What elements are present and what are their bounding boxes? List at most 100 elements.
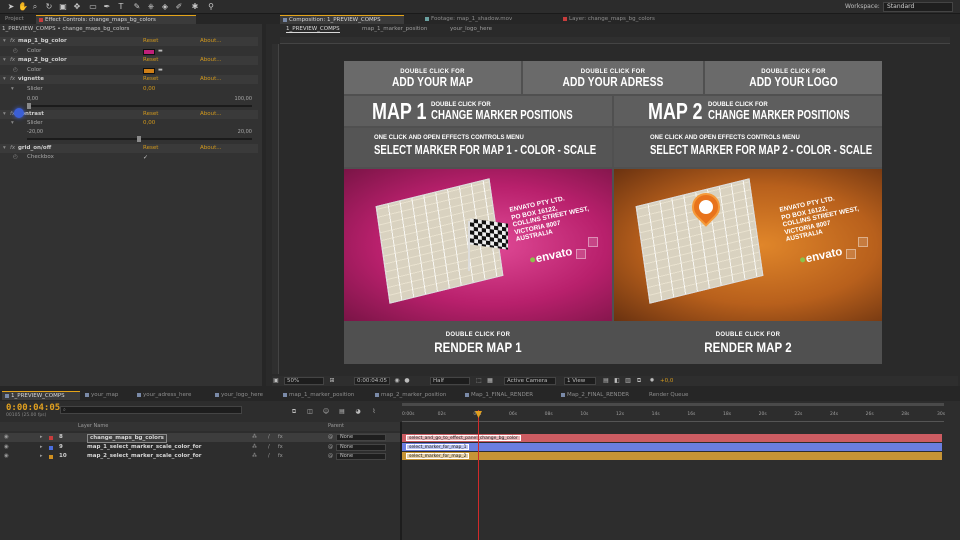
parent-dropdown[interactable]: None	[336, 444, 386, 451]
about-link[interactable]: About...	[200, 56, 222, 65]
about-link[interactable]: About...	[200, 37, 222, 46]
camera-tool-icon[interactable]: ▣	[58, 2, 68, 12]
expand-triangle-icon[interactable]: ▾	[11, 85, 14, 94]
timeline-tab-preview-comps[interactable]: 1_PREVIEW_COMPS	[2, 391, 80, 400]
tab-layer[interactable]: Layer: change_maps_bg_colors	[560, 15, 680, 24]
tab-project[interactable]: Project	[2, 15, 34, 24]
subtab-your-logo-here[interactable]: your_logo_here	[450, 25, 492, 33]
grid-checkbox[interactable]: ✓	[143, 154, 150, 161]
reset-link[interactable]: Reset	[143, 144, 158, 153]
region-of-interest-icon[interactable]: ⬚	[475, 377, 483, 385]
shy-switch-icon[interactable]: ⁂	[252, 433, 257, 442]
eye-icon[interactable]: ◉	[4, 433, 9, 442]
effect-map-2-bg-color[interactable]: ▾ fx map_2_bg_color Reset About...	[0, 56, 258, 65]
timeline-tab-map-2-final[interactable]: Map_2_FINAL_RENDER	[558, 391, 644, 400]
about-link[interactable]: About...	[200, 144, 222, 153]
tab-footage[interactable]: Footage: map_1_shadow.mov	[422, 15, 542, 24]
timeline-current-time[interactable]: 0:00:04:05	[6, 403, 60, 413]
timeline-tab-map-2-marker[interactable]: map_2_marker_position	[372, 391, 458, 400]
expand-layer-icon[interactable]: ▸	[40, 452, 43, 461]
draft-3d-icon[interactable]: ◫	[306, 408, 314, 416]
layer-name[interactable]: change_maps_bg_colors	[87, 434, 167, 443]
parent-pickwhip-icon[interactable]: @	[328, 443, 333, 452]
roto-brush-tool-icon[interactable]: ✐	[174, 2, 184, 12]
snapshot-icon[interactable]: ◉	[393, 377, 401, 385]
puppet-pin-tool-icon[interactable]: ✱	[190, 2, 200, 12]
add-map-cell[interactable]: DOUBLE CLICK FOR ADD YOUR MAP	[344, 61, 521, 94]
fx-switch-icon[interactable]: fx	[278, 433, 283, 442]
current-time-indicator[interactable]	[478, 410, 479, 540]
label-color[interactable]	[49, 436, 53, 440]
fast-previews-icon[interactable]: ◧	[613, 377, 621, 385]
eyedropper-icon[interactable]: ▬	[158, 68, 166, 73]
quality-switch-icon[interactable]: /	[268, 452, 270, 461]
effect-map-1-bg-color[interactable]: ▾ fx map_1_bg_color Reset About...	[0, 37, 258, 46]
timeline-tab-map-1-marker[interactable]: map_1_marker_position	[280, 391, 368, 400]
timeline-tab-your-logo-here[interactable]: your_logo_here	[212, 391, 276, 400]
zoom-dropdown[interactable]: 50%	[284, 377, 324, 385]
current-time-display[interactable]: 0:00:04:05	[354, 377, 390, 385]
map-1-preview[interactable]: ENVATO PTY LTD. PO BOX 16122, COLLINS ST…	[344, 169, 612, 321]
label-color[interactable]	[49, 446, 53, 450]
stopwatch-icon[interactable]: ◴	[13, 47, 18, 56]
rotate-tool-icon[interactable]: ↻	[44, 2, 54, 12]
fx-icon[interactable]: fx	[10, 75, 15, 84]
selection-tool-icon[interactable]: ➤	[6, 2, 16, 12]
layer-duration-bar[interactable]: select_marker_for_map_1	[402, 443, 942, 451]
zoom-tool-icon[interactable]: ⌕	[30, 2, 40, 12]
expand-layer-icon[interactable]: ▸	[40, 433, 43, 442]
transparency-grid-icon[interactable]: ▦	[486, 377, 494, 385]
camera-dropdown[interactable]: Active Camera	[504, 377, 556, 385]
quality-switch-icon[interactable]: /	[268, 433, 270, 442]
workspace-dropdown[interactable]: Standard	[883, 2, 953, 12]
eraser-tool-icon[interactable]: ◈	[160, 2, 170, 12]
layer-name[interactable]: map_2_select_marker_scale_color_for	[87, 452, 201, 461]
timeline-tab-your-map[interactable]: your_map	[82, 391, 130, 400]
parent-dropdown[interactable]: None	[336, 434, 386, 441]
safe-zones-icon[interactable]: ⊞	[328, 377, 336, 385]
fx-icon[interactable]: fx	[10, 37, 15, 46]
always-preview-icon[interactable]: ▣	[272, 377, 280, 385]
label-color[interactable]	[49, 455, 53, 459]
parent-pickwhip-icon[interactable]: @	[328, 433, 333, 442]
effect-vignette[interactable]: ▾ fx vignette Reset About...	[0, 75, 258, 84]
timeline-tab-your-adress-here[interactable]: your_adress_here	[134, 391, 210, 400]
tab-composition[interactable]: Composition: 1_PREVIEW_COMPS	[280, 15, 404, 24]
layer-duration-bar[interactable]: select_and_go_to_effect_panel_change_bg_…	[402, 434, 942, 442]
exposure-icon[interactable]: ✹	[648, 377, 656, 385]
stopwatch-icon[interactable]: ◴	[13, 66, 18, 75]
stopwatch-icon[interactable]: ◴	[13, 153, 18, 162]
eyedropper-icon[interactable]: ▬	[158, 49, 166, 54]
slider-handle[interactable]	[137, 136, 141, 142]
map-1-render-cell[interactable]: DOUBLE CLICK FOR RENDER MAP 1	[344, 323, 612, 364]
show-channel-icon[interactable]: ●	[403, 377, 411, 385]
map-1-title-cell[interactable]: MAP 1 DOUBLE CLICK FOR CHANGE MARKER POS…	[344, 96, 612, 126]
layer-row[interactable]: ◉ ▸ 8 change_maps_bg_colors ⁂ / fx @ Non…	[0, 433, 400, 443]
graph-editor-icon[interactable]: ⌇	[370, 408, 378, 416]
map-2-title-cell[interactable]: MAP 2 DOUBLE CLICK FOR CHANGE MARKER POS…	[614, 96, 882, 126]
comp-mini-flowchart-icon[interactable]: ⧉	[290, 408, 298, 416]
slider-value[interactable]: 0,00	[143, 119, 155, 128]
add-logo-cell[interactable]: DOUBLE CLICK FOR ADD YOUR LOGO	[705, 61, 882, 94]
collapse-triangle-icon[interactable]: ▾	[3, 144, 6, 153]
tab-render-queue[interactable]: Render Queue	[646, 391, 696, 400]
work-area-bar[interactable]	[402, 403, 944, 406]
timeline-icon[interactable]: ▥	[624, 377, 632, 385]
expand-triangle-icon[interactable]: ▾	[11, 119, 14, 128]
rectangle-tool-icon[interactable]: ▭	[88, 2, 98, 12]
parent-pickwhip-icon[interactable]: @	[328, 452, 333, 461]
collapse-triangle-icon[interactable]: ▾	[3, 37, 6, 46]
quality-switch-icon[interactable]: /	[268, 443, 270, 452]
slider-track-vignette[interactable]	[27, 103, 252, 109]
map-1-select-cell[interactable]: ONE CLICK AND OPEN EFFECTS CONTROLS MENU…	[344, 128, 612, 167]
tab-effect-controls[interactable]: Effect Controls: change_maps_bg_colors	[36, 15, 196, 24]
col-layer-name[interactable]: Layer Name	[78, 422, 108, 431]
exposure-value[interactable]: +0,0	[660, 376, 673, 386]
subtab-preview-comps[interactable]: 1_PREVIEW_COMPS	[286, 25, 340, 33]
slider-handle[interactable]	[27, 103, 31, 109]
motion-blur-icon[interactable]: ◕	[354, 408, 362, 416]
reset-link[interactable]: Reset	[143, 56, 158, 65]
flowchart-icon[interactable]: ⧉	[635, 377, 643, 385]
reset-link[interactable]: Reset	[143, 110, 158, 119]
expand-layer-icon[interactable]: ▸	[40, 443, 43, 452]
